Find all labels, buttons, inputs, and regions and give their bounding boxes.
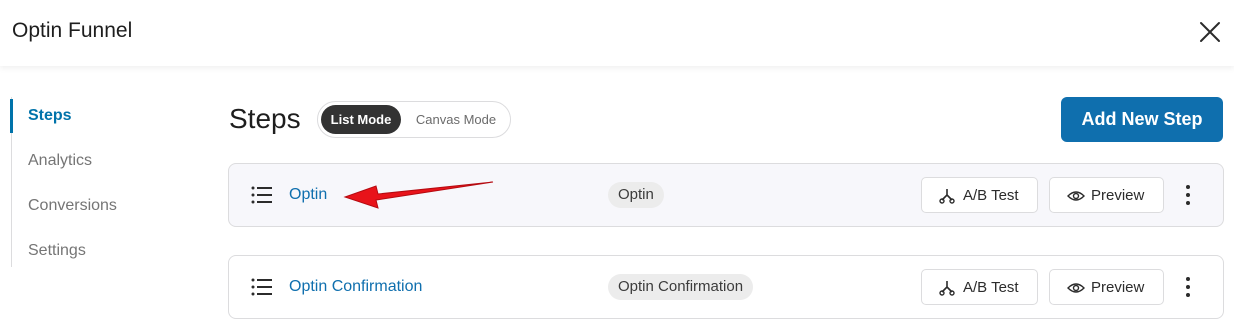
step-name-link[interactable]: Optin [289,186,327,204]
drag-handle-icon[interactable] [251,185,273,205]
ab-test-label: A/B Test [963,279,1019,296]
sidebar-item-conversions[interactable]: Conversions [12,189,172,223]
close-button[interactable] [1196,18,1224,46]
modal-header: Optin Funnel [0,0,1234,66]
list-mode-button[interactable]: List Mode [321,105,401,134]
preview-button[interactable]: Preview [1049,177,1164,213]
page-title: Optin Funnel [12,19,133,42]
annotation-arrow [343,181,494,209]
preview-label: Preview [1091,279,1145,296]
sidebar-item-analytics[interactable]: Analytics [12,144,172,178]
ab-test-label: A/B Test [963,187,1019,204]
preview-button[interactable]: Preview [1049,269,1164,305]
canvas-mode-button[interactable]: Canvas Mode [404,105,508,134]
sidebar-item-steps[interactable]: Steps [10,99,170,133]
step-row: Optin Confirmation Optin Confirmation A/… [228,255,1224,319]
ab-split-icon [939,281,955,296]
sidebar-item-settings[interactable]: Settings [12,234,172,268]
eye-icon [1067,283,1085,293]
more-options-button[interactable] [1179,184,1197,206]
close-icon [1200,22,1220,42]
step-type-badge: Optin [608,182,664,208]
ab-split-icon [939,189,955,204]
step-type-badge: Optin Confirmation [608,274,754,300]
more-vertical-icon [1186,185,1190,205]
view-mode-toggle: List Mode Canvas Mode [317,101,511,138]
more-options-button[interactable] [1179,276,1197,298]
ab-test-button[interactable]: A/B Test [921,177,1038,213]
preview-label: Preview [1091,187,1145,204]
step-name-link[interactable]: Optin Confirmation [289,278,422,296]
section-title: Steps [229,103,301,134]
ab-test-button[interactable]: A/B Test [921,269,1038,305]
eye-icon [1067,191,1085,201]
sidebar-nav: Steps Analytics Conversions Settings [10,97,181,268]
add-new-step-button[interactable]: Add New Step [1061,97,1223,142]
more-vertical-icon [1186,277,1190,297]
drag-handle-icon[interactable] [251,277,273,297]
